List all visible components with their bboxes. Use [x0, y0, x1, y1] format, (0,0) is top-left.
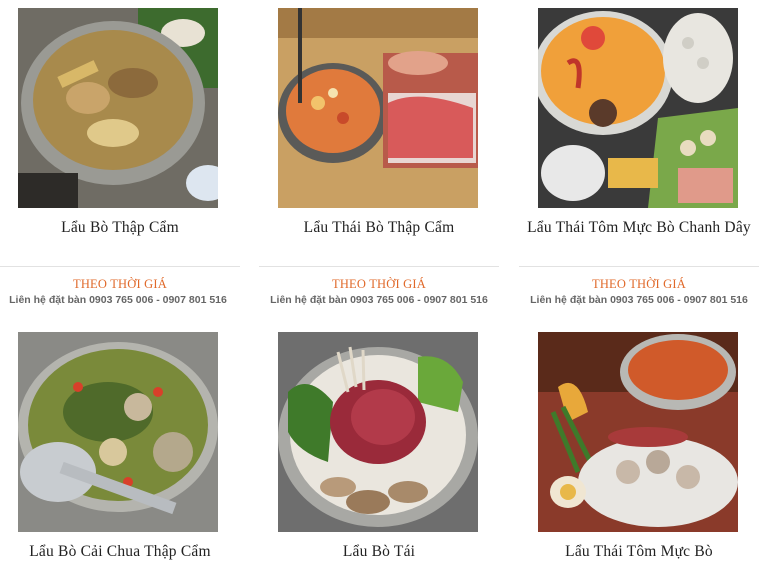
product-name-6[interactable]: Lẩu Thái Tôm Mực Bò	[519, 544, 759, 560]
price-label-3: THEO THỜI GIÁ	[591, 277, 687, 291]
divider	[519, 266, 759, 267]
product-name-1[interactable]: Lẩu Bò Thập Cẩm	[0, 220, 240, 236]
thai-hotpot-seafood-passionfruit-photo	[538, 8, 738, 208]
product-image-4[interactable]	[18, 332, 218, 532]
product-image-1[interactable]	[18, 8, 218, 208]
product-name-5[interactable]: Lẩu Bò Tái	[259, 544, 499, 560]
divider	[259, 266, 499, 267]
thai-hotpot-beef-photo	[278, 8, 478, 208]
product-image-3[interactable]	[538, 8, 738, 208]
hotpot-beef-mixed-photo	[18, 8, 218, 208]
price-label-2: THEO THỜI GIÁ	[331, 277, 427, 291]
contact-text-1: Liên hệ đặt bàn 0903 765 006 - 0907 801 …	[9, 294, 227, 306]
thai-hotpot-shrimp-squid-photo	[538, 332, 738, 532]
product-image-2[interactable]	[278, 8, 478, 208]
product-name-3[interactable]: Lẩu Thái Tôm Mực Bò Chanh Dây	[519, 220, 759, 236]
price-label-1: THEO THỜI GIÁ	[72, 277, 168, 291]
contact-text-2: Liên hệ đặt bàn 0903 765 006 - 0907 801 …	[270, 294, 488, 306]
product-name-4[interactable]: Lẩu Bò Cải Chua Thập Cẩm	[0, 544, 240, 560]
divider	[0, 266, 240, 267]
hotpot-sour-cabbage-photo	[18, 332, 218, 532]
product-image-6[interactable]	[538, 332, 738, 532]
hotpot-rare-beef-photo	[278, 332, 478, 532]
contact-text-3: Liên hệ đặt bàn 0903 765 006 - 0907 801 …	[530, 294, 748, 306]
product-image-5[interactable]	[278, 332, 478, 532]
product-name-2[interactable]: Lẩu Thái Bò Thập Cẩm	[259, 220, 499, 236]
